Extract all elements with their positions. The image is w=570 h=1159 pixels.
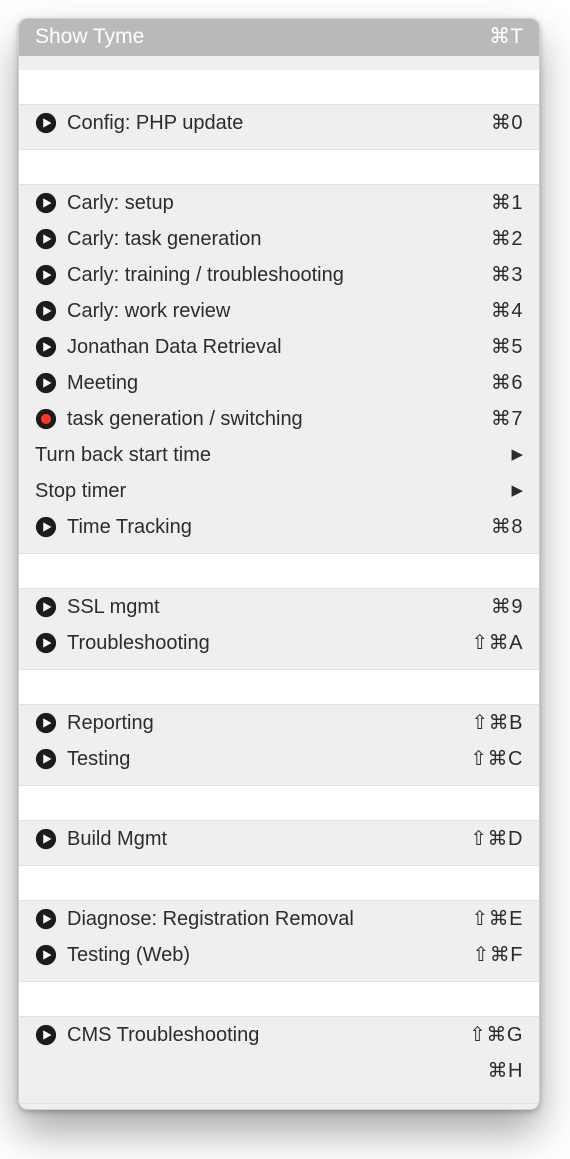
menu-item-shortcut: ⇧⌘G bbox=[469, 1021, 523, 1049]
spacer bbox=[19, 56, 539, 70]
group-header bbox=[19, 70, 539, 105]
play-icon bbox=[35, 944, 57, 966]
play-icon bbox=[35, 596, 57, 618]
menu-header-label: Show Tyme bbox=[35, 25, 144, 49]
spacer bbox=[19, 1089, 539, 1097]
play-icon bbox=[35, 192, 57, 214]
menu-item[interactable]: Troubleshooting⇧⌘A bbox=[19, 625, 539, 661]
menu-item[interactable]: Jonathan Data Retrieval⌘5 bbox=[19, 329, 539, 365]
menu-item-shortcut: ⌘0 bbox=[491, 109, 523, 137]
spacer bbox=[19, 777, 539, 785]
menu-item[interactable]: Testing⇧⌘C bbox=[19, 741, 539, 777]
menu-item[interactable]: task generation / switching⌘7 bbox=[19, 401, 539, 437]
menu-item[interactable]: Carly: setup⌘1 bbox=[19, 185, 539, 221]
menu-item[interactable]: Carly: work review⌘4 bbox=[19, 293, 539, 329]
submenu-arrow-icon: ▶ bbox=[511, 477, 523, 505]
menu-item-label: SSL mgmt bbox=[67, 593, 491, 621]
menu-item-label: Config: PHP update bbox=[67, 109, 491, 137]
menu-item-label: CMS Troubleshooting bbox=[67, 1021, 469, 1049]
play-icon bbox=[35, 300, 57, 322]
record-icon bbox=[35, 408, 57, 430]
group-header bbox=[19, 981, 539, 1017]
menu-item[interactable]: Turn back start time▶ bbox=[19, 437, 539, 473]
play-icon bbox=[35, 336, 57, 358]
menu-item-shortcut: ⌘8 bbox=[491, 513, 523, 541]
menu-item-label: Troubleshooting bbox=[67, 629, 471, 657]
menu-item[interactable]: Config: PHP update⌘0 bbox=[19, 105, 539, 141]
menu-item[interactable]: Build Mgmt⇧⌘D bbox=[19, 821, 539, 857]
menu-item-shortcut: ⌘3 bbox=[491, 261, 523, 289]
menu-item-shortcut: ⇧⌘A bbox=[471, 629, 523, 657]
menu-item[interactable]: SSL mgmt⌘9 bbox=[19, 589, 539, 625]
menu-item-label: Testing bbox=[67, 745, 470, 773]
menu-item-label: Carly: training / troubleshooting bbox=[67, 261, 491, 289]
play-icon bbox=[35, 516, 57, 538]
group-header bbox=[19, 553, 539, 589]
menu-header-shortcut: ⌘T bbox=[489, 24, 523, 49]
group-header bbox=[19, 669, 539, 705]
menu-item-label: Reporting bbox=[67, 709, 471, 737]
play-icon bbox=[35, 712, 57, 734]
menu-body: Config: PHP update⌘0Carly: setup⌘1Carly:… bbox=[19, 70, 539, 1097]
menu-item-shortcut: ⌘5 bbox=[491, 333, 523, 361]
menu-item-label: Jonathan Data Retrieval bbox=[67, 333, 491, 361]
menu-item-label: Carly: setup bbox=[67, 189, 491, 217]
group-header bbox=[19, 865, 539, 901]
menu-item[interactable]: Diagnose: Registration Removal⇧⌘E bbox=[19, 901, 539, 937]
play-icon bbox=[35, 908, 57, 930]
spacer bbox=[19, 857, 539, 865]
play-icon bbox=[35, 748, 57, 770]
menu-item-label: Stop timer bbox=[35, 477, 511, 505]
menu-item[interactable]: Testing (Web)⇧⌘F bbox=[19, 937, 539, 973]
menu-header[interactable]: Show Tyme ⌘T bbox=[19, 19, 539, 56]
menu-item-label: Meeting bbox=[67, 369, 491, 397]
play-icon bbox=[35, 1024, 57, 1046]
play-icon bbox=[35, 112, 57, 134]
menu-item-label: task generation / switching bbox=[67, 405, 491, 433]
menu-item[interactable]: Reporting⇧⌘B bbox=[19, 705, 539, 741]
menu-item[interactable]: ⌘H bbox=[19, 1053, 539, 1089]
menu-item-shortcut: ⇧⌘E bbox=[471, 905, 523, 933]
menu-item-shortcut: ⌘6 bbox=[491, 369, 523, 397]
menu-item-shortcut: ⇧⌘D bbox=[470, 825, 523, 853]
menu-item-shortcut: ⇧⌘C bbox=[470, 745, 523, 773]
menu-item-shortcut: ⌘9 bbox=[491, 593, 523, 621]
play-icon bbox=[35, 228, 57, 250]
menu-item-shortcut: ⌘4 bbox=[491, 297, 523, 325]
submenu-arrow-icon: ▶ bbox=[511, 441, 523, 469]
group-header bbox=[19, 149, 539, 185]
menu-item-shortcut: ⌘H bbox=[488, 1057, 523, 1085]
menu-item-label: Time Tracking bbox=[67, 513, 491, 541]
menu-item-label: Turn back start time bbox=[35, 441, 511, 469]
menu-item-label: Diagnose: Registration Removal bbox=[67, 905, 471, 933]
play-icon bbox=[35, 264, 57, 286]
spacer bbox=[19, 973, 539, 981]
menu-item[interactable]: Time Tracking⌘8 bbox=[19, 509, 539, 545]
menu-item-shortcut: ⌘2 bbox=[491, 225, 523, 253]
menu-item[interactable]: CMS Troubleshooting⇧⌘G bbox=[19, 1017, 539, 1053]
quit-menu-item[interactable]: Quit Tyme ⌘Q bbox=[19, 1103, 539, 1110]
menu-item-shortcut: ⌘1 bbox=[491, 189, 523, 217]
menu-item[interactable]: Meeting⌘6 bbox=[19, 365, 539, 401]
menu-item-shortcut: ⇧⌘F bbox=[473, 941, 523, 969]
menu-item-label: Build Mgmt bbox=[67, 825, 470, 853]
group-header bbox=[19, 785, 539, 821]
menu-item-shortcut: ⌘7 bbox=[491, 405, 523, 433]
menu-item-label: Carly: work review bbox=[67, 297, 491, 325]
menu-item-label: Testing (Web) bbox=[67, 941, 473, 969]
play-icon bbox=[35, 372, 57, 394]
spacer bbox=[19, 545, 539, 553]
menu-item[interactable]: Carly: task generation⌘2 bbox=[19, 221, 539, 257]
play-icon bbox=[35, 828, 57, 850]
play-icon bbox=[35, 632, 57, 654]
spacer bbox=[19, 141, 539, 149]
menu-item-label: Carly: task generation bbox=[67, 225, 491, 253]
spacer bbox=[19, 661, 539, 669]
menu-item-shortcut: ⇧⌘B bbox=[471, 709, 523, 737]
menu-panel: Show Tyme ⌘T Config: PHP update⌘0 Carly: … bbox=[18, 18, 540, 1110]
menu-item[interactable]: Carly: training / troubleshooting⌘3 bbox=[19, 257, 539, 293]
menu-item[interactable]: Stop timer▶ bbox=[19, 473, 539, 509]
